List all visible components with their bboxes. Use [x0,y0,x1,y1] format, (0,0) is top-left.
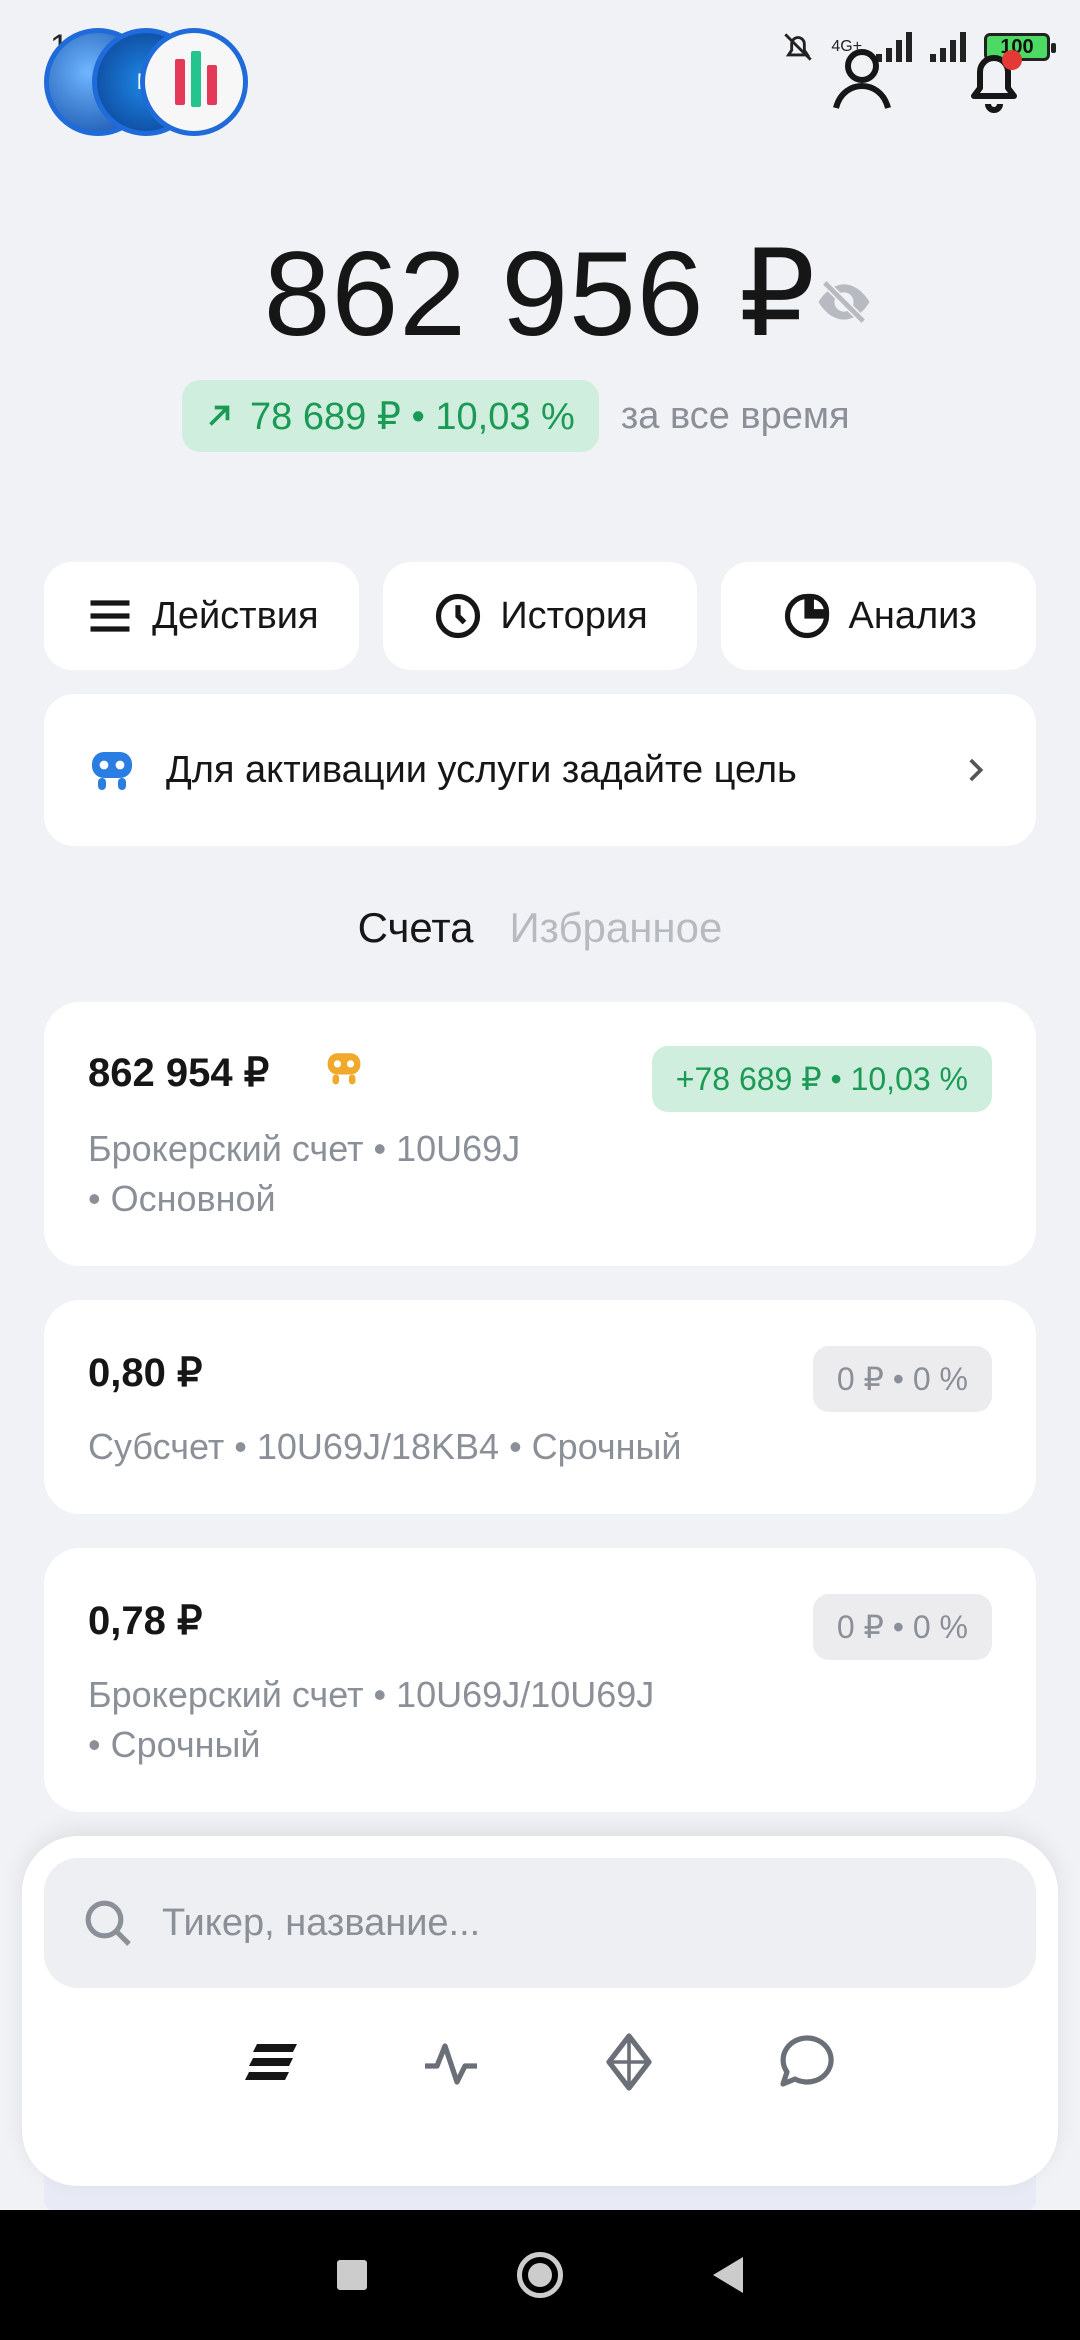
arrow-up-right-icon [209,405,230,426]
gain-value: 78 689 ₽ • 10,03 % [250,395,575,438]
recents-button[interactable] [337,2260,367,2290]
account-description: Субсчет • 10U69J/18KB4 • Срочный [88,1422,682,1472]
gain-badge: 78 689 ₽ • 10,03 % [182,380,599,452]
portfolio-icon[interactable] [243,2032,303,2092]
account-desc-line: Субсчет • 10U69J/18KB4 • Срочный [88,1426,682,1467]
account-desc-line: Брокерский счет • 10U69J/10U69J [88,1674,655,1715]
account-desc-line: Брокерский счет • 10U69J [88,1128,521,1169]
gain-period: за все время [620,394,850,437]
pulse-icon[interactable] [421,2032,481,2092]
actions-label: Действия [152,594,319,637]
robot-icon [92,752,132,790]
goal-banner[interactable]: Для активации услуги задайте цель [44,694,1036,846]
brand-logos[interactable]: B [44,28,249,140]
user-icon[interactable] [822,40,902,120]
gain-row: 78 689 ₽ • 10,03 % за все время [182,380,850,452]
home-button[interactable] [517,2252,563,2298]
search-icon [85,1900,131,1946]
search-input[interactable] [162,1901,962,1945]
account-tabs: Счета Избранное [0,904,1080,952]
system-nav-bar [0,2210,1080,2340]
actions-button[interactable]: Действия [44,562,359,670]
history-button[interactable]: История [382,562,698,670]
account-amount: 862 954 ₽ [88,1051,270,1095]
account-card-broker[interactable]: 0,78 ₽ 0 ₽ • 0 % Брокерский счет • 10U69… [44,1548,1036,1812]
account-description: Брокерский счет • 10U69J • Основной [88,1124,520,1224]
chat-icon[interactable] [777,2032,837,2092]
account-card-sub[interactable]: 0,80 ₽ 0 ₽ • 0 % Субсчет • 10U69J/18KB4 … [44,1300,1036,1514]
account-change-badge: 0 ₽ • 0 % [812,1346,992,1412]
account-change-badge: +78 689 ₽ • 10,03 % [651,1046,992,1112]
mute-bell-icon [784,33,812,61]
tab-accounts[interactable]: Счета [358,904,474,952]
back-button[interactable] [713,2257,743,2293]
clock-icon [436,593,481,639]
account-change-badge: 0 ₽ • 0 % [812,1594,992,1660]
account-card-main[interactable]: 862 954 ₽ +78 689 ₽ • 10,03 % Брокерский… [44,1002,1036,1266]
hide-balance-icon[interactable] [812,270,876,334]
candles-logo [140,28,248,136]
bottom-nav [22,2032,1058,2092]
analysis-button[interactable]: Анализ [721,562,1037,670]
bottom-sheet [22,1836,1058,2186]
crypto-icon[interactable] [599,2032,659,2092]
analysis-label: Анализ [848,594,977,637]
chevron-right-icon [969,758,984,782]
goal-text: Для активации услуги задайте цель [166,748,797,791]
pie-chart-icon [784,593,829,639]
history-label: История [500,594,648,637]
account-desc-line: • Срочный [88,1724,261,1765]
search-bar[interactable] [44,1858,1036,1988]
account-desc-line: • Основной [88,1178,276,1219]
tab-favorites[interactable]: Избранное [509,904,722,952]
account-amount: 0,78 ₽ [88,1599,203,1643]
robot-icon [327,1053,361,1085]
account-amount: 0,80 ₽ [88,1351,203,1395]
action-buttons: Действия История Анализ [44,562,1037,670]
balance-amount: 862 956 ₽ [263,227,817,361]
bell-icon[interactable] [954,40,1034,120]
account-description: Брокерский счет • 10U69J/10U69J • Срочны… [88,1670,654,1770]
total-balance: 862 956 ₽ [0,225,1080,364]
menu-icon [90,600,130,632]
